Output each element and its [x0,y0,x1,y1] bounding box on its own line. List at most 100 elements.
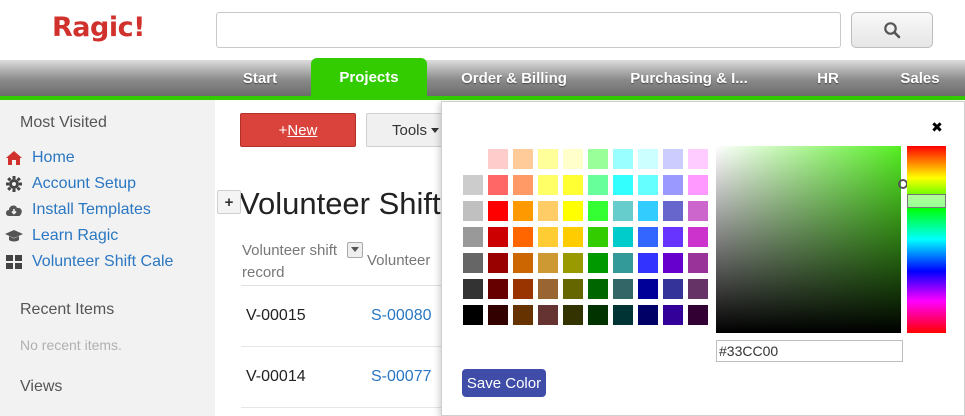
tab-order-billing[interactable]: Order & Billing [448,60,580,96]
color-swatch[interactable] [588,175,608,195]
color-swatch[interactable] [463,253,483,273]
color-swatch[interactable] [488,201,508,221]
color-swatch[interactable] [663,175,683,195]
color-swatch[interactable] [663,253,683,273]
color-swatch[interactable] [538,201,558,221]
color-swatch[interactable] [663,149,683,169]
color-swatch[interactable] [663,201,683,221]
color-swatch[interactable] [563,175,583,195]
color-swatch[interactable] [613,305,633,325]
color-swatch[interactable] [488,279,508,299]
color-swatch[interactable] [663,305,683,325]
new-record-button[interactable]: + New [240,113,356,147]
color-swatch[interactable] [638,279,658,299]
sidebar-item-account-setup[interactable]: Account Setup [4,172,136,196]
color-swatch[interactable] [688,149,708,169]
color-swatch[interactable] [688,201,708,221]
search-input[interactable] [216,12,841,48]
sidebar-item-learn-ragic[interactable]: Learn Ragic [4,224,118,248]
color-swatch[interactable] [488,175,508,195]
tab-purchasing[interactable]: Purchasing & I... [618,60,760,96]
color-swatch[interactable] [463,201,483,221]
color-swatch[interactable] [588,253,608,273]
table-row[interactable]: V-00014 S-00077 [241,348,471,408]
hue-slider-handle[interactable] [907,194,946,208]
color-swatch[interactable] [538,227,558,247]
tab-hr[interactable]: HR [803,60,853,96]
color-swatch[interactable] [638,227,658,247]
color-swatch[interactable] [688,253,708,273]
tab-start[interactable]: Start [226,60,294,96]
color-swatch[interactable] [563,201,583,221]
color-swatch[interactable] [463,175,483,195]
color-swatch[interactable] [663,227,683,247]
color-swatch[interactable] [563,279,583,299]
save-color-button[interactable]: Save Color [462,369,546,397]
color-swatch[interactable] [588,227,608,247]
color-swatch[interactable] [538,175,558,195]
column-header-shift-record[interactable]: Volunteer shift record [242,240,342,284]
column-header-volunteer[interactable]: Volunteer [367,252,430,269]
saturation-value-square[interactable] [716,146,908,333]
color-swatch[interactable] [638,149,658,169]
color-swatch[interactable] [638,175,658,195]
close-icon: ✖ [931,118,943,135]
color-swatch[interactable] [688,279,708,299]
color-swatch[interactable] [513,227,533,247]
color-swatch[interactable] [488,149,508,169]
color-swatch[interactable] [638,201,658,221]
sidebar-item-home[interactable]: Home [4,146,75,170]
color-swatch[interactable] [613,149,633,169]
color-swatch[interactable] [613,253,633,273]
color-swatch[interactable] [563,227,583,247]
color-swatch[interactable] [538,149,558,169]
tab-sales[interactable]: Sales [890,60,950,96]
color-swatch[interactable] [513,149,533,169]
color-swatch[interactable] [513,279,533,299]
column-sort-button[interactable] [347,242,363,258]
color-swatch[interactable] [663,279,683,299]
volunteer-link[interactable]: S-00080 [371,307,432,325]
volunteer-link[interactable]: S-00077 [371,368,432,386]
color-swatch[interactable] [563,253,583,273]
search-button[interactable] [851,12,933,48]
color-swatch[interactable] [613,201,633,221]
close-button[interactable]: ✖ [929,119,945,135]
color-swatch[interactable] [513,201,533,221]
color-swatch[interactable] [563,149,583,169]
color-swatch[interactable] [463,149,483,169]
color-swatch[interactable] [563,305,583,325]
color-swatch[interactable] [488,253,508,273]
color-swatch[interactable] [463,305,483,325]
color-swatch[interactable] [613,175,633,195]
color-swatch[interactable] [588,201,608,221]
color-swatch[interactable] [613,227,633,247]
color-swatch[interactable] [588,305,608,325]
color-swatch[interactable] [588,279,608,299]
color-swatch[interactable] [688,175,708,195]
sidebar-item-volunteer-shift[interactable]: Volunteer Shift Cale [4,250,173,274]
color-swatch[interactable] [538,253,558,273]
add-column-button[interactable]: + [217,190,241,214]
ragic-logo[interactable]: Ragic! [52,12,145,43]
color-swatch[interactable] [488,227,508,247]
table-row[interactable]: V-00015 S-00080 [241,287,471,347]
color-swatch[interactable] [538,279,558,299]
color-swatch[interactable] [638,305,658,325]
tab-projects[interactable]: Projects [311,58,427,98]
color-swatch[interactable] [588,149,608,169]
color-swatch[interactable] [463,227,483,247]
color-swatch[interactable] [688,227,708,247]
hex-color-input[interactable] [716,340,903,362]
color-swatch[interactable] [513,305,533,325]
hue-slider-bar[interactable] [907,146,946,333]
color-swatch[interactable] [513,175,533,195]
sidebar-item-install-templates[interactable]: Install Templates [4,198,151,222]
color-swatch[interactable] [538,305,558,325]
color-swatch[interactable] [613,279,633,299]
color-swatch[interactable] [513,253,533,273]
color-swatch[interactable] [488,305,508,325]
color-swatch[interactable] [638,253,658,273]
color-swatch[interactable] [463,279,483,299]
color-swatch[interactable] [688,305,708,325]
